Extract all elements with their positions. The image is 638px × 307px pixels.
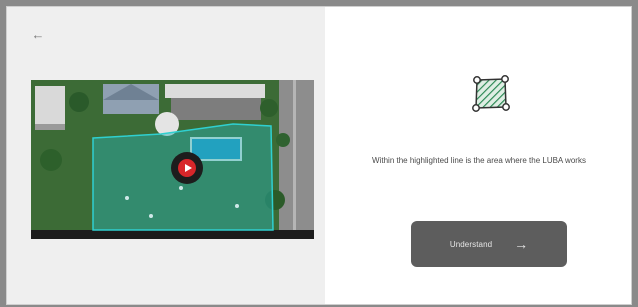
- arrow-right-icon: →: [514, 236, 529, 252]
- media-pane: ←: [7, 7, 325, 304]
- info-pane: Within the highlighted line is the area …: [325, 7, 631, 304]
- play-icon: [178, 159, 196, 177]
- back-button[interactable]: ←: [29, 25, 47, 43]
- instruction-text: Within the highlighted line is the area …: [372, 156, 586, 165]
- understand-button-label: Understand: [449, 239, 493, 249]
- understand-button[interactable]: Understand →: [411, 221, 567, 267]
- play-button[interactable]: [171, 152, 203, 184]
- hatched-area-icon: [472, 75, 510, 112]
- demo-video[interactable]: [31, 80, 314, 239]
- arrow-left-icon: ←: [31, 26, 45, 42]
- tutorial-dialog: ← Within the highlighted line is the are…: [6, 6, 632, 305]
